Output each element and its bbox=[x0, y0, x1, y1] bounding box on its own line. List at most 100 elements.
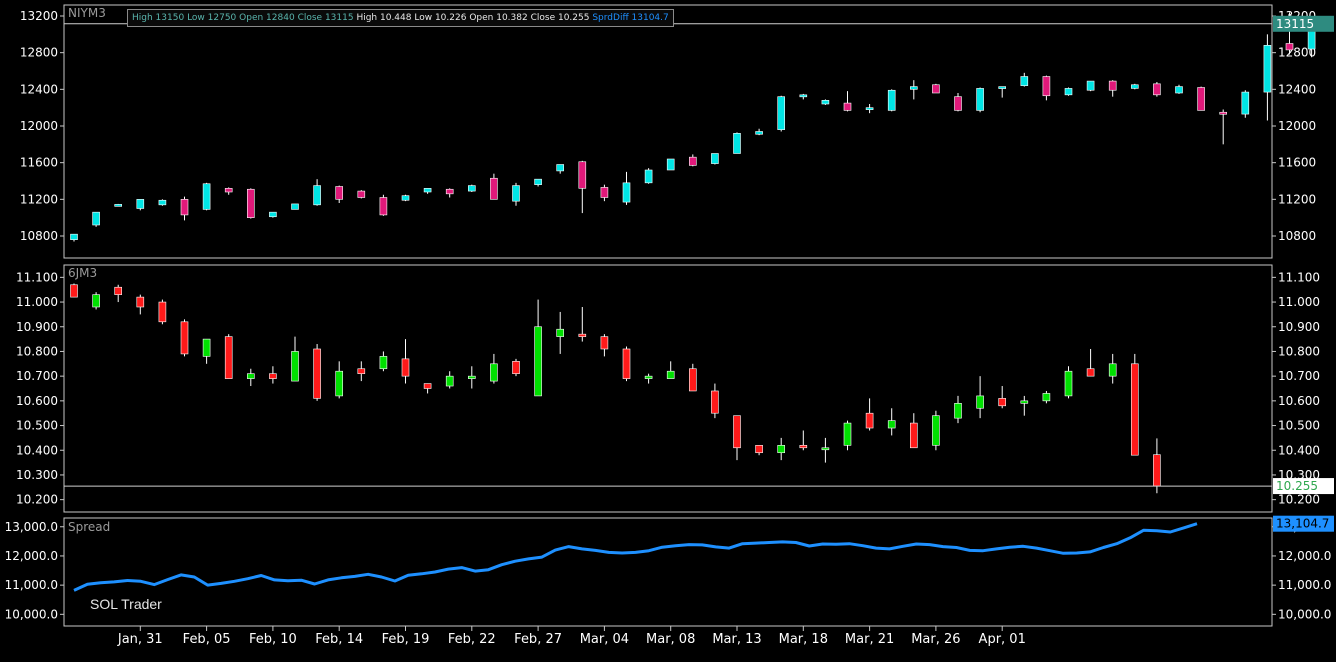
candle-body bbox=[887, 420, 896, 429]
y-tick-label-right: 10.800 bbox=[1278, 344, 1320, 358]
candle-body bbox=[335, 186, 344, 200]
y-tick-label-right: 10.700 bbox=[1278, 369, 1320, 383]
n1-open: Open 12840 bbox=[239, 13, 295, 23]
candle-body bbox=[467, 185, 476, 192]
candle-body bbox=[711, 390, 719, 414]
candle-body bbox=[1064, 88, 1073, 96]
y-tick-label-left: 12000 bbox=[20, 119, 58, 133]
candle-body bbox=[600, 336, 609, 350]
candle-body bbox=[1153, 83, 1161, 96]
candle-body bbox=[1108, 363, 1117, 377]
candle-body bbox=[799, 445, 808, 449]
candle-body bbox=[291, 351, 299, 382]
y-tick-label-left: 11200 bbox=[20, 192, 58, 206]
candle-body bbox=[954, 403, 962, 419]
x-tick-label: Mar, 13 bbox=[712, 632, 761, 647]
y-tick-label-left: 10.900 bbox=[16, 320, 58, 334]
price-panel-niym3: 10800 10800 11200 11200 11600 11600 12000 12000… bbox=[20, 4, 1334, 259]
y-tick-label-left: 10.300 bbox=[16, 468, 58, 482]
candle-body bbox=[92, 294, 100, 308]
y-tick-label-left: 12400 bbox=[20, 82, 58, 96]
candle-body bbox=[1020, 76, 1029, 86]
ohlc-info-bar: High 13150 Low 12750 Open 12840 Close 13… bbox=[127, 9, 674, 27]
y-tick-label-right: 10,000.0 bbox=[1278, 607, 1331, 621]
x-tick-label: Jan, 31 bbox=[117, 632, 163, 647]
watermark-text: SOL Trader bbox=[90, 596, 162, 612]
candle-body bbox=[578, 333, 587, 337]
candle-body bbox=[445, 375, 454, 387]
panel-title-niym3: NIYM3 bbox=[68, 6, 106, 20]
candle-body bbox=[1153, 454, 1161, 487]
candle-body bbox=[666, 158, 675, 171]
x-axis: Jan, 31 Feb, 05 Feb, 10 Feb, 14 Feb, 19 Feb, … bbox=[117, 626, 1026, 647]
y-tick-label-right: 10.500 bbox=[1278, 419, 1320, 433]
y-tick-label-left: 10,000.0 bbox=[5, 607, 58, 621]
n1-high: High 13150 bbox=[132, 13, 185, 23]
candle-body bbox=[269, 211, 277, 218]
price-panel-6jm3: 10.200 10.20010.300 10.30010.400 10.40010.5… bbox=[16, 264, 1334, 513]
candle-body bbox=[1042, 393, 1051, 402]
candle-body bbox=[202, 183, 211, 210]
spread-chart: 10800 10800 11200 11200 11600 11600 12000 12000… bbox=[5, 4, 1334, 647]
candle-body bbox=[401, 358, 410, 377]
candle-body bbox=[423, 383, 432, 389]
y-tick-label-right: 11200 bbox=[1278, 192, 1316, 206]
candle-body bbox=[843, 422, 852, 446]
candle-body bbox=[998, 398, 1007, 407]
candle-body bbox=[357, 368, 366, 374]
n2-open: Open 10.382 bbox=[469, 13, 528, 23]
candle-body bbox=[711, 153, 719, 164]
n2-low: Low 10.226 bbox=[414, 13, 467, 23]
candle-body bbox=[909, 422, 918, 449]
candle-body bbox=[865, 412, 874, 429]
y-tick-label-left: 10.200 bbox=[16, 493, 58, 507]
candle-body bbox=[954, 96, 962, 111]
candle-body bbox=[932, 84, 940, 94]
y-tick-label-left: 10800 bbox=[20, 229, 58, 243]
x-tick-label: Mar, 18 bbox=[779, 632, 828, 647]
y-tick-label-left: 10.400 bbox=[16, 443, 58, 457]
y-tick-label-left: 11.100 bbox=[16, 270, 58, 284]
candle-body bbox=[556, 328, 565, 337]
candle-body bbox=[158, 199, 167, 206]
candle-body bbox=[401, 195, 410, 201]
candle-body bbox=[136, 199, 145, 209]
candle-body bbox=[843, 102, 852, 111]
candle-body bbox=[909, 86, 918, 90]
candle-body bbox=[733, 415, 741, 449]
last-value-label: 13,104.7 bbox=[1276, 517, 1329, 531]
candle-body bbox=[114, 204, 122, 207]
y-tick-label-right: 10.200 bbox=[1278, 493, 1320, 507]
last-value-label: 13115 bbox=[1276, 17, 1314, 31]
y-tick-label-left: 12,000.0 bbox=[5, 549, 58, 563]
panel-title-spread: Spread bbox=[68, 520, 110, 534]
y-tick-label-right: 11.000 bbox=[1278, 295, 1320, 309]
y-tick-label-left: 10.600 bbox=[16, 394, 58, 408]
candle-body bbox=[1219, 111, 1227, 115]
x-tick-label: Mar, 08 bbox=[646, 632, 695, 647]
x-tick-label: Feb, 19 bbox=[382, 632, 430, 647]
candle-body bbox=[70, 233, 78, 240]
candle-body bbox=[180, 199, 189, 216]
candle-body bbox=[158, 301, 167, 323]
y-tick-label-right: 12000 bbox=[1278, 119, 1316, 133]
candle-body bbox=[644, 169, 653, 184]
candle-body bbox=[313, 185, 321, 206]
candle-body bbox=[998, 86, 1007, 89]
y-tick-label-left: 10.800 bbox=[16, 344, 58, 358]
candle-body bbox=[733, 133, 741, 154]
x-tick-label: Feb, 14 bbox=[315, 632, 363, 647]
candle-body bbox=[490, 177, 498, 200]
y-tick-label-right: 11.100 bbox=[1278, 270, 1320, 284]
candle-body bbox=[247, 373, 255, 379]
y-tick-label-left: 12800 bbox=[20, 46, 58, 60]
candle-body bbox=[1042, 76, 1051, 97]
candle-body bbox=[666, 370, 675, 379]
candle-body bbox=[445, 188, 454, 195]
candle-body bbox=[777, 96, 786, 130]
x-tick-label: Feb, 27 bbox=[514, 632, 562, 647]
y-tick-label-right: 12400 bbox=[1278, 82, 1316, 96]
x-tick-label: Apr, 01 bbox=[979, 632, 1026, 647]
candle-body bbox=[777, 445, 786, 454]
candle-body bbox=[247, 188, 255, 218]
